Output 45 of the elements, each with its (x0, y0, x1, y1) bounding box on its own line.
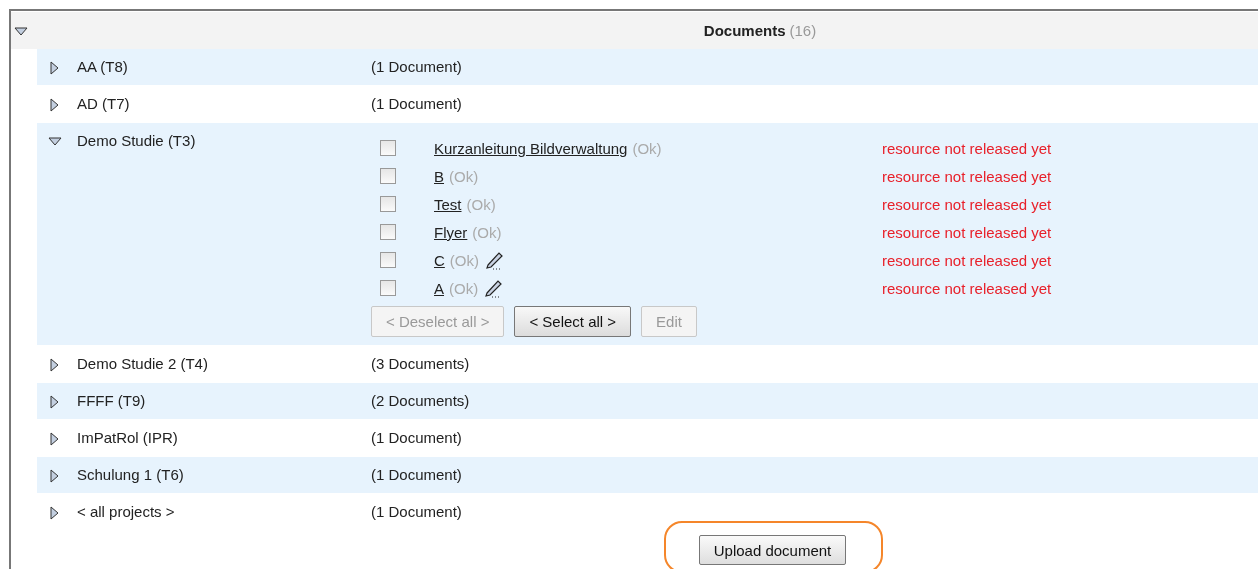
documents-title: Documents (703, 22, 786, 39)
checkbox[interactable] (380, 168, 396, 184)
select-all-button[interactable]: < Select all > (514, 306, 632, 337)
document-count: (3 Documents) (371, 355, 471, 372)
document-status: (Ok) (466, 195, 496, 213)
release-note: resource not released yet (882, 195, 1053, 213)
document-count: (2 Documents) (371, 392, 471, 409)
project-name[interactable]: Demo Studie (T3) (77, 132, 371, 149)
pencil-icon[interactable] (484, 250, 504, 270)
pencil-icon[interactable] (483, 278, 504, 298)
checkbox[interactable] (380, 252, 396, 268)
upload-document-button[interactable]: Upload document (698, 535, 847, 565)
document-status: (Ok) (449, 167, 479, 185)
project-name[interactable]: Schulung 1 (T6) (77, 466, 371, 483)
document-link[interactable]: B (434, 167, 444, 185)
project-name[interactable]: AD (T7) (77, 95, 371, 112)
checkbox[interactable] (380, 140, 396, 156)
project-name[interactable]: ImPatRol (IPR) (77, 429, 371, 446)
document-status: (Ok) (449, 251, 479, 269)
release-note: resource not released yet (882, 251, 1053, 269)
project-name[interactable]: FFFF (T9) (77, 392, 371, 409)
release-note: resource not released yet (882, 279, 1053, 297)
document-status: (Ok) (472, 223, 502, 241)
project-name[interactable]: AA (T8) (77, 58, 371, 75)
release-note: resource not released yet (882, 223, 1053, 241)
release-note: resource not released yet (882, 139, 1053, 157)
release-note: resource not released yet (882, 167, 1053, 185)
document-status: (Ok) (449, 279, 479, 297)
document-count: (1 Document) (371, 95, 463, 112)
checkbox[interactable] (380, 224, 396, 240)
document-count: (1 Document) (371, 429, 463, 446)
documents-count: (16) (789, 22, 817, 39)
document-link[interactable]: A (434, 279, 444, 297)
checkbox[interactable] (380, 280, 396, 296)
document-count: (1 Document) (371, 503, 463, 520)
checkbox[interactable] (380, 196, 396, 212)
project-name[interactable]: Demo Studie 2 (T4) (77, 355, 371, 372)
document-count: (1 Document) (371, 58, 463, 75)
document-link[interactable]: Flyer (434, 223, 468, 241)
document-link[interactable]: Test (434, 195, 462, 213)
project-name[interactable]: < all projects > (77, 503, 371, 520)
document-link[interactable]: C (434, 251, 445, 269)
document-link[interactable]: Kurzanleitung Bildverwaltung (434, 139, 628, 157)
document-status: (Ok) (632, 139, 662, 157)
document-count: (1 Document) (371, 466, 463, 483)
